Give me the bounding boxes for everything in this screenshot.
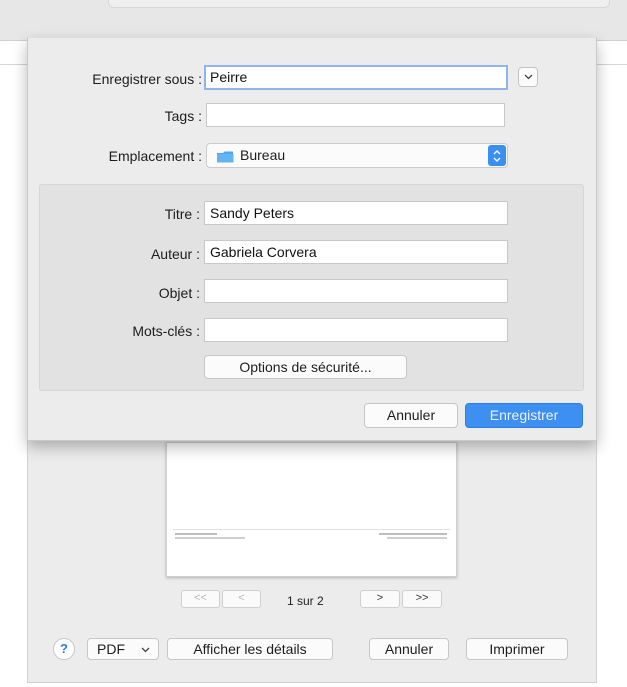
chevron-down-icon: [141, 647, 150, 653]
expand-sheet-button[interactable]: [518, 67, 538, 87]
location-select[interactable]: Bureau: [206, 143, 508, 168]
tags-field[interactable]: [206, 103, 505, 127]
tags-label: Tags :: [164, 108, 202, 124]
keywords-label: Mots-clés :: [132, 323, 200, 339]
subject-field[interactable]: [204, 279, 508, 303]
print-button[interactable]: Imprimer: [466, 638, 568, 660]
first-page-button[interactable]: <<: [181, 590, 220, 608]
security-options-button[interactable]: Options de sécurité...: [204, 355, 407, 379]
page-indicator: 1 sur 2: [287, 594, 324, 608]
title-field[interactable]: Sandy Peters: [204, 201, 508, 225]
preview-text-line: [175, 537, 245, 539]
keywords-field[interactable]: [204, 318, 508, 342]
toolbar-strip: [108, 0, 610, 8]
pdf-button-label: PDF: [97, 641, 125, 657]
preview-text-line: [379, 533, 447, 535]
location-label: Emplacement :: [108, 148, 202, 164]
preview-text-line: [175, 533, 217, 535]
last-page-button[interactable]: >>: [402, 590, 442, 608]
pdf-menu-button[interactable]: PDF: [87, 638, 159, 660]
preview-text-line: [387, 537, 447, 539]
author-field[interactable]: Gabriela Corvera: [204, 240, 508, 264]
chevron-down-icon: [524, 74, 533, 80]
show-details-button[interactable]: Afficher les détails: [167, 638, 333, 660]
subject-label: Objet :: [158, 285, 200, 301]
location-value: Bureau: [240, 147, 286, 163]
next-page-button[interactable]: >: [360, 590, 400, 608]
preview-rule: [173, 529, 450, 530]
save-button[interactable]: Enregistrer: [465, 403, 583, 428]
title-label: Titre :: [164, 206, 200, 222]
divider: [0, 64, 27, 65]
folder-icon: [217, 151, 234, 163]
help-icon[interactable]: ?: [53, 638, 75, 660]
save-as-field[interactable]: Peirre: [204, 65, 508, 90]
save-as-label: Enregistrer sous :: [92, 71, 202, 87]
page-preview: [166, 442, 457, 577]
window-titlebar: [0, 0, 627, 41]
stepper-icon: [488, 145, 506, 166]
divider: [596, 64, 627, 65]
prev-page-button[interactable]: <: [222, 590, 261, 608]
print-cancel-button[interactable]: Annuler: [369, 638, 449, 660]
author-label: Auteur :: [150, 246, 200, 262]
cancel-button[interactable]: Annuler: [364, 403, 458, 428]
